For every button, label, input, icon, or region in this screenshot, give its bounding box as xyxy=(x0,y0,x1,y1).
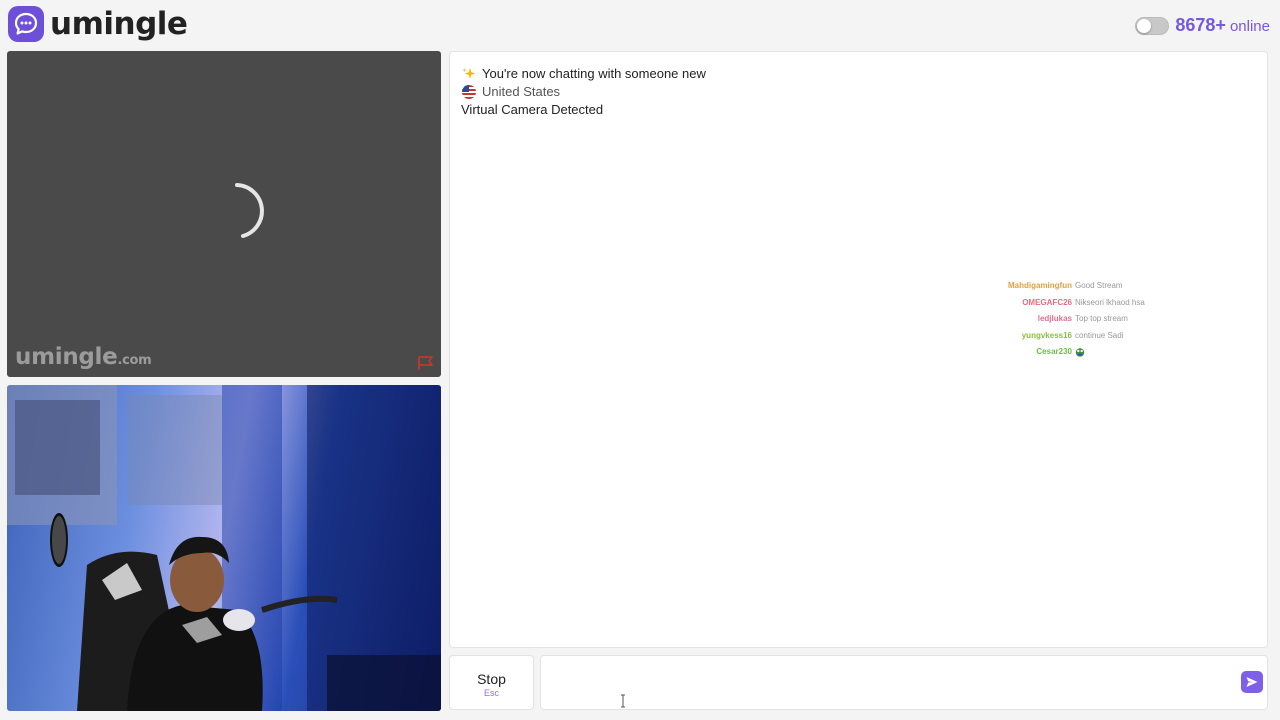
sparkles-icon xyxy=(462,67,476,79)
online-label: online xyxy=(1229,18,1270,35)
umingle-watermark: umingle.com xyxy=(15,344,152,370)
stream-chat-user: yungvkess16 xyxy=(1021,330,1072,340)
watermark-brand: umingle xyxy=(15,344,118,370)
loading-spinner-icon xyxy=(235,183,264,238)
header: umingle 8678+ online xyxy=(0,0,1280,50)
send-button[interactable] xyxy=(1241,671,1263,693)
stream-chat-user: ledjlukas xyxy=(1037,314,1072,323)
stream-chat-row: yungvkess16 continue Sadi xyxy=(990,328,1170,345)
stream-chat-row: Mahdigamingfun Good Stream xyxy=(990,278,1170,295)
system-message-text: You're now chatting with someone new xyxy=(482,66,706,81)
stop-label: Stop xyxy=(477,671,506,687)
watermark-suffix: .com xyxy=(117,353,152,368)
chat-panel: You're now chatting with someone new Uni… xyxy=(449,51,1268,648)
system-message-country: United States xyxy=(461,84,560,99)
virtual-camera-text: Virtual Camera Detected xyxy=(461,102,604,117)
message-input[interactable] xyxy=(540,655,1268,710)
self-video xyxy=(7,385,441,711)
online-status: 8678+ online xyxy=(1135,15,1270,36)
stream-chat-overlay: Mahdigamingfun Good Stream OMEGAFC26 Nik… xyxy=(990,278,1170,361)
country-text: United States xyxy=(482,84,561,99)
webcam-scene xyxy=(7,385,441,711)
stop-button[interactable]: Stop Esc xyxy=(449,655,534,710)
stream-chat-message: continue Sadi xyxy=(1075,330,1124,340)
stream-chat-message: Nikseori lkhaod hsa xyxy=(1075,297,1145,307)
chat-bubble-logo-icon xyxy=(8,6,44,42)
stream-chat-row: ledjlukas Top top stream xyxy=(990,311,1170,328)
stream-chat-user: Mahdigamingfun xyxy=(1008,281,1072,290)
stranger-video: umingle.com xyxy=(7,51,441,377)
stream-chat-message: Good Stream xyxy=(1075,281,1123,290)
stream-chat-message: Top top stream xyxy=(1075,314,1128,323)
system-message-new-chat: You're now chatting with someone new xyxy=(461,66,706,81)
logo[interactable]: umingle xyxy=(8,6,188,42)
send-icon xyxy=(1246,677,1258,687)
stream-chat-user: OMEGAFC26 xyxy=(1022,297,1072,307)
us-flag-icon xyxy=(462,84,476,99)
online-count: 8678+ xyxy=(1175,15,1226,35)
toggle-knob xyxy=(1137,18,1152,33)
system-message-virtual-camera: Virtual Camera Detected xyxy=(461,102,603,117)
stream-chat-row: Cesar230 xyxy=(990,344,1170,361)
report-flag-icon[interactable] xyxy=(417,355,435,371)
theme-toggle[interactable] xyxy=(1135,16,1170,35)
brand-name: umingle xyxy=(50,6,188,42)
stream-chat-user: Cesar230 xyxy=(1036,347,1072,356)
frog-emote-icon xyxy=(1075,348,1085,357)
stop-shortcut-hint: Esc xyxy=(483,688,499,698)
text-cursor-icon xyxy=(621,694,625,708)
stream-chat-row: OMEGAFC26 Nikseori lkhaod hsa xyxy=(990,295,1170,312)
